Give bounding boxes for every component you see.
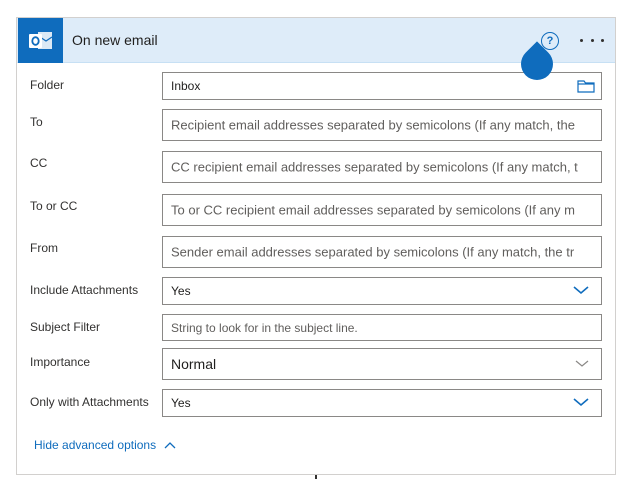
- include-attachments-label: Include Attachments: [30, 283, 139, 297]
- chevron-down-icon[interactable]: [575, 355, 589, 373]
- to-field[interactable]: Recipient email addresses separated by s…: [162, 109, 602, 141]
- cc-placeholder: CC recipient email addresses separated b…: [171, 159, 578, 175]
- cc-label: CC: [30, 156, 48, 170]
- importance-dropdown[interactable]: Normal: [162, 348, 602, 380]
- flow-connector: [315, 475, 317, 479]
- hide-advanced-options-link[interactable]: Hide advanced options: [34, 438, 176, 452]
- from-placeholder: Sender email addresses separated by semi…: [171, 244, 575, 260]
- folder-value: Inbox: [171, 79, 201, 93]
- folder-label: Folder: [30, 78, 65, 92]
- hide-advanced-options-label: Hide advanced options: [34, 438, 157, 452]
- only-with-attachments-value: Yes: [171, 396, 191, 410]
- to-or-cc-field[interactable]: To or CC recipient email addresses separ…: [162, 194, 602, 226]
- cc-field[interactable]: CC recipient email addresses separated b…: [162, 151, 602, 183]
- subject-filter-placeholder: String to look for in the subject line.: [171, 320, 358, 335]
- trigger-title: On new email: [72, 32, 158, 48]
- include-attachments-value: Yes: [171, 284, 191, 298]
- include-attachments-dropdown[interactable]: Yes: [162, 277, 602, 305]
- from-field[interactable]: Sender email addresses separated by semi…: [162, 236, 602, 268]
- to-or-cc-placeholder: To or CC recipient email addresses separ…: [171, 202, 575, 218]
- importance-label: Importance: [30, 355, 91, 369]
- outlook-icon: [18, 18, 63, 63]
- chevron-up-icon: [164, 438, 176, 452]
- subject-filter-field[interactable]: String to look for in the subject line.: [162, 314, 602, 341]
- importance-value: Normal: [171, 356, 217, 372]
- only-with-attachments-label: Only with Attachments: [30, 395, 149, 409]
- subject-filter-label: Subject Filter: [30, 320, 101, 334]
- chevron-down-icon[interactable]: [573, 394, 589, 412]
- chevron-down-icon[interactable]: [573, 282, 589, 300]
- folder-icon[interactable]: [577, 78, 595, 99]
- trigger-card: On new email ? Folder Inbox To Recipient…: [16, 17, 616, 475]
- to-label: To: [30, 115, 43, 129]
- only-with-attachments-dropdown[interactable]: Yes: [162, 389, 602, 417]
- from-label: From: [30, 241, 58, 255]
- more-options-icon[interactable]: [580, 30, 604, 50]
- to-or-cc-label: To or CC: [30, 199, 78, 213]
- to-placeholder: Recipient email addresses separated by s…: [171, 117, 575, 133]
